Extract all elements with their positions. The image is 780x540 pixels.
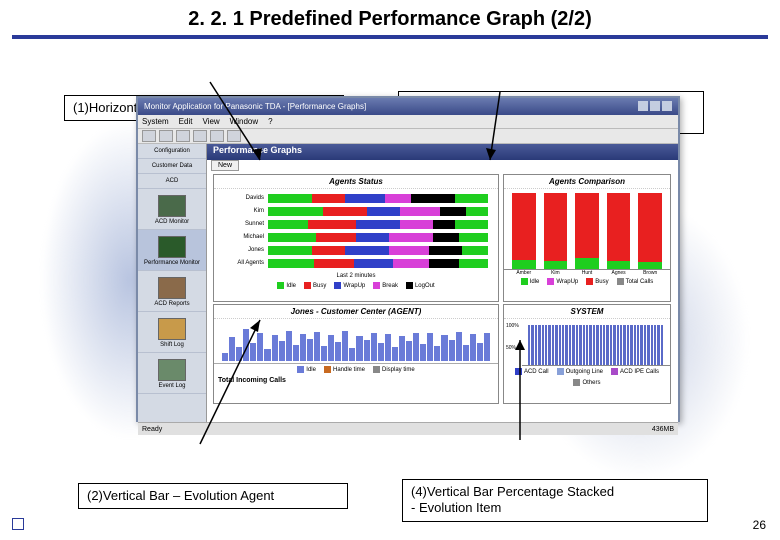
- status-mem: 436MB: [652, 426, 674, 433]
- bar-row: Sunnet: [218, 218, 494, 230]
- sidebar-item[interactable]: Shift Log: [138, 312, 206, 353]
- chart-caption: Last 2 minutes: [214, 272, 498, 280]
- menu-help[interactable]: ?: [268, 117, 272, 126]
- tool-btn[interactable]: [193, 130, 207, 142]
- bar-row: Kim: [218, 205, 494, 217]
- monitor-icon: [158, 195, 186, 217]
- legend: IdleWrapUpBusyTotal Calls: [504, 276, 670, 287]
- toolbar[interactable]: [138, 129, 678, 144]
- callout-4: (4)Vertical Bar Percentage Stacked - Evo…: [402, 479, 708, 522]
- statusbar: Ready 436MB: [138, 422, 678, 435]
- title-rule: [12, 35, 768, 39]
- ylabel: 50%: [506, 345, 516, 351]
- legend: IdleBusyWrapUpBreakLogOut: [214, 280, 498, 291]
- graph-icon: [158, 236, 186, 258]
- pane-system: SYSTEM 100% 50% ACD CallOutgoing LineACD…: [503, 304, 671, 404]
- new-tab[interactable]: New: [211, 160, 239, 171]
- callout-2: (2)Vertical Bar – Evolution Agent: [78, 483, 348, 509]
- slide-marker: [12, 518, 24, 530]
- menu-system[interactable]: System: [142, 117, 169, 126]
- bar-chart: [522, 319, 670, 366]
- status-text: Ready: [142, 426, 162, 433]
- pane-agents-status: Agents Status DavidsKimSunnetMichaelJone…: [213, 174, 499, 302]
- menu-window[interactable]: Window: [230, 117, 258, 126]
- window-controls[interactable]: [636, 101, 672, 113]
- menubar[interactable]: System Edit View Window ?: [138, 115, 678, 129]
- pane-title: Agents Comparison: [504, 175, 670, 189]
- pane-jones: Jones - Customer Center (AGENT) IdleHand…: [213, 304, 499, 404]
- menu-edit[interactable]: Edit: [179, 117, 193, 126]
- sidebar: Configuration Customer Data ACD ACD Moni…: [138, 144, 207, 422]
- legend: ACD CallOutgoing LineACD IPE CallsOthers: [504, 366, 670, 388]
- tool-btn[interactable]: [159, 130, 173, 142]
- sidebar-item[interactable]: Performance Monitor: [138, 230, 206, 271]
- sidebar-item[interactable]: ACD Monitor: [138, 189, 206, 230]
- tool-btn[interactable]: [176, 130, 190, 142]
- bar-chart: [214, 319, 498, 364]
- tool-btn[interactable]: [210, 130, 224, 142]
- page-number: 26: [753, 518, 766, 532]
- report-icon: [158, 277, 186, 299]
- slide-title: 2. 2. 1 Predefined Performance Graph (2/…: [0, 0, 780, 35]
- pane-title: Jones - Customer Center (AGENT): [214, 305, 498, 319]
- app-window: Monitor Application for Panasonic TDA - …: [136, 96, 680, 422]
- sidebar-item[interactable]: Customer Data: [138, 159, 206, 174]
- legend: IdleHandle timeDisplay time: [214, 364, 498, 375]
- pane-title: Agents Status: [214, 175, 498, 189]
- tool-btn[interactable]: [227, 130, 241, 142]
- log-icon: [158, 318, 186, 340]
- sidebar-item[interactable]: ACD Reports: [138, 271, 206, 312]
- event-icon: [158, 359, 186, 381]
- stacked-chart: [504, 189, 670, 270]
- chart-footer: Total Incoming Calls: [214, 375, 498, 386]
- menu-view[interactable]: View: [202, 117, 219, 126]
- pane-title: SYSTEM: [504, 305, 670, 319]
- sidebar-item[interactable]: Configuration: [138, 144, 206, 159]
- pane-comparison: Agents Comparison AmberKimHuntAgnesBrown…: [503, 174, 671, 302]
- panel-header: Performance Graphs: [207, 144, 678, 160]
- ylabel: 100%: [506, 323, 519, 329]
- bar-row: All Agents: [218, 257, 494, 269]
- bar-row: Michael: [218, 231, 494, 243]
- sidebar-item[interactable]: Event Log: [138, 353, 206, 394]
- bar-row: Jones: [218, 244, 494, 256]
- bar-row: Davids: [218, 192, 494, 204]
- main-area: Performance Graphs New Agents Status Dav…: [207, 144, 678, 422]
- x-labels: AmberKimHuntAgnesBrown: [504, 270, 670, 276]
- window-titlebar: Monitor Application for Panasonic TDA - …: [138, 98, 678, 115]
- sidebar-item[interactable]: ACD: [138, 174, 206, 189]
- window-title: Monitor Application for Panasonic TDA - …: [144, 102, 366, 111]
- tool-btn[interactable]: [142, 130, 156, 142]
